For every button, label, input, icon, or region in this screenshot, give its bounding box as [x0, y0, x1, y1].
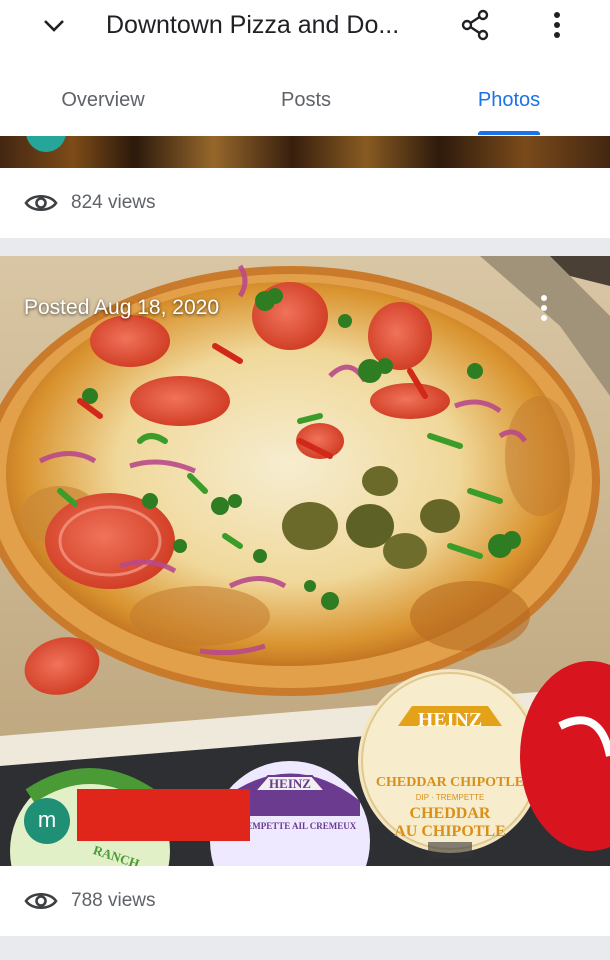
avatar[interactable] [26, 136, 66, 152]
previous-photo[interactable] [0, 136, 610, 168]
dip-label-line: DIP · TREMPETTE [416, 793, 485, 802]
tab-bar: Overview Posts Photos [0, 70, 610, 136]
tab-photos[interactable]: Photos [456, 70, 562, 132]
heinz-label: HEINZ [269, 776, 311, 791]
tab-overview[interactable]: Overview [30, 70, 176, 132]
redacted-author-name [77, 789, 250, 841]
tab-posts[interactable]: Posts [250, 70, 362, 132]
photo[interactable]: HEINZ CHEDDAR CHIPOTLE DIP · TREMPETTE C… [0, 256, 610, 866]
heinz-label: HEINZ [418, 709, 482, 731]
dip-label-line: CHEDDAR CHIPOTLE [376, 775, 524, 790]
posted-date: Posted Aug 18, 2020 [24, 296, 219, 319]
chevron-down-icon[interactable] [36, 8, 72, 44]
dip-label-line: TREMPETTE AIL CREMEUX [234, 821, 357, 831]
pizza-photo-image: HEINZ CHEDDAR CHIPOTLE DIP · TREMPETTE C… [0, 256, 610, 866]
more-vert-icon[interactable] [540, 6, 574, 44]
avatar[interactable]: m [24, 798, 70, 844]
dip-label-line: CREAMY GARLIC DIP [242, 808, 349, 819]
eye-icon [24, 892, 58, 910]
app-header: Downtown Pizza and Do... Overview Posts … [0, 0, 610, 136]
views-row: 824 views [0, 168, 610, 238]
divider [0, 936, 610, 960]
place-title: Downtown Pizza and Do... [106, 11, 400, 39]
dip-label-line: CHEDDAR [410, 805, 491, 822]
views-count: 788 views [71, 890, 156, 911]
share-icon[interactable] [456, 6, 494, 44]
eye-icon [24, 194, 58, 212]
more-vert-icon[interactable] [540, 294, 572, 330]
dip-label-line: AU CHIPOTLE [394, 823, 506, 840]
views-count: 824 views [71, 192, 156, 213]
views-row: 788 views [0, 866, 610, 936]
active-tab-indicator [478, 131, 540, 135]
divider [0, 238, 610, 256]
